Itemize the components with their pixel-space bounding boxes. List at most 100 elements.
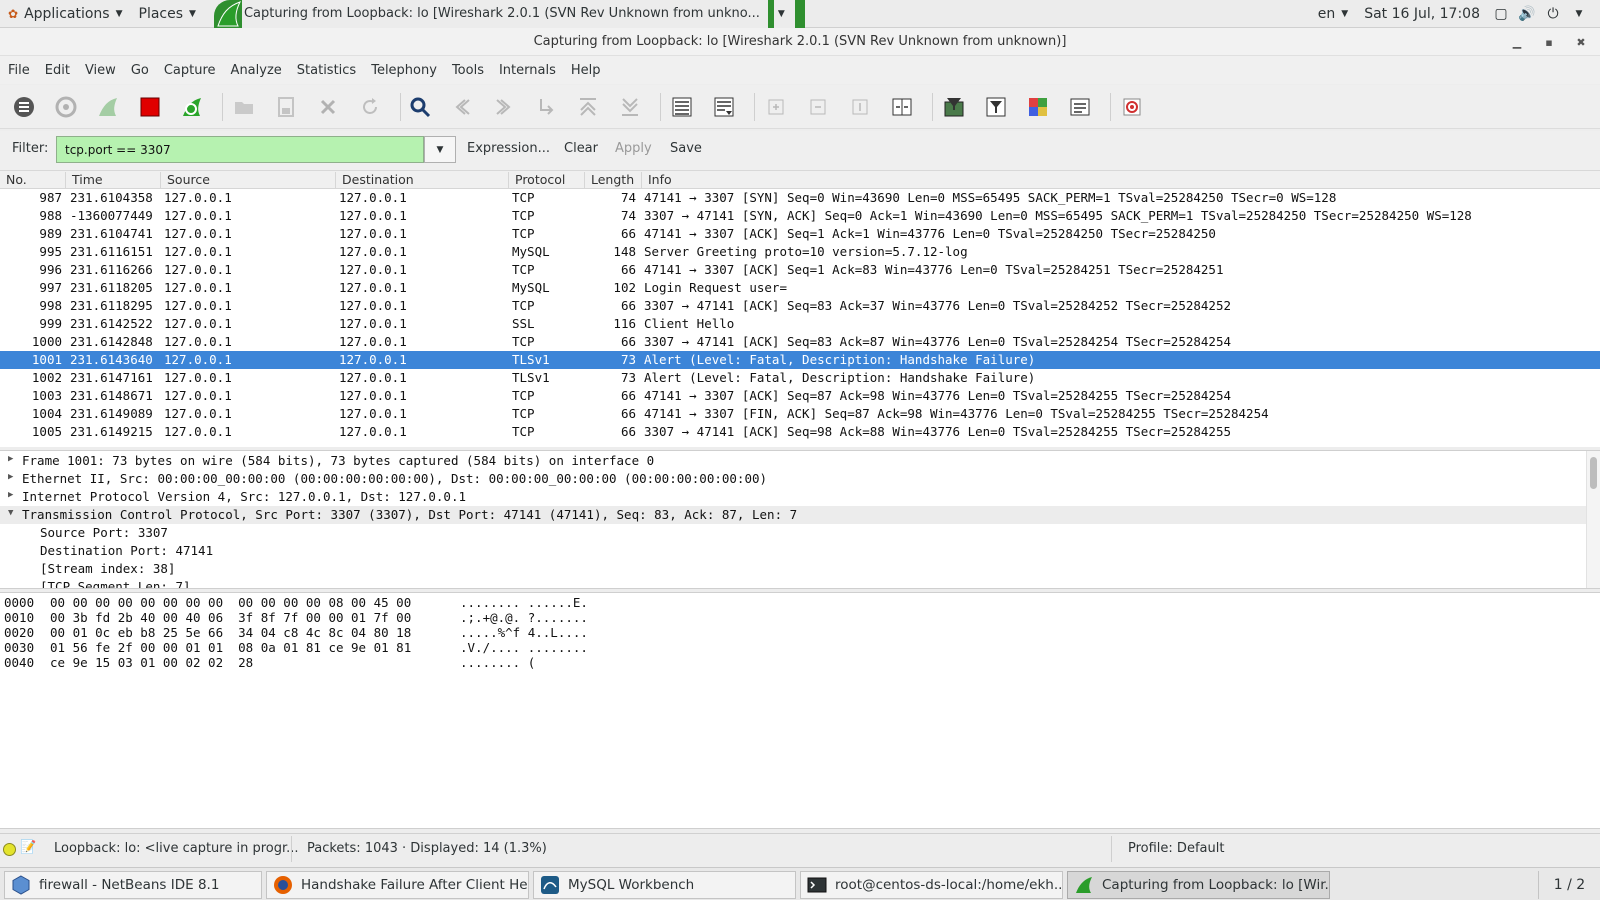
table-row[interactable]: 997 231.6118205 127.0.0.1 127.0.0.1 MySQL 102…: [0, 279, 1600, 297]
clear-button[interactable]: Clear: [564, 141, 598, 156]
restart-capture-icon[interactable]: [180, 95, 204, 119]
close-file-icon[interactable]: [316, 95, 340, 119]
table-row[interactable]: 987 231.6104358 127.0.0.1 127.0.0.1 TCP 74 471…: [0, 189, 1600, 207]
menu-edit[interactable]: Edit: [39, 63, 76, 78]
menu-help[interactable]: Help: [565, 63, 607, 78]
minimize-icon[interactable]: ▁: [1502, 28, 1532, 56]
auto-scroll-icon[interactable]: [712, 95, 736, 119]
clock[interactable]: Sat 16 Jul, 17:08: [1356, 0, 1488, 28]
tree-field[interactable]: Source Port: 3307: [0, 524, 1586, 542]
task-wireshark[interactable]: Capturing from Loopback: lo [Wir...: [1067, 871, 1330, 899]
table-row[interactable]: 996 231.6116266 127.0.0.1 127.0.0.1 TCP 66 471…: [0, 261, 1600, 279]
start-capture-icon[interactable]: [96, 95, 120, 119]
window-titlebar[interactable]: Capturing from Loopback: lo [Wireshark 2…: [0, 28, 1600, 56]
table-row[interactable]: 988 -1360077449 127.0.0.1 127.0.0.1 TCP 74 330…: [0, 207, 1600, 225]
collapsed-arrow-icon[interactable]: ▶: [8, 490, 13, 500]
status-profile[interactable]: Profile: Default: [1128, 841, 1224, 856]
apply-button[interactable]: Apply: [615, 141, 652, 156]
expert-info-led-icon[interactable]: [3, 843, 16, 856]
tree-node[interactable]: ▶ Frame 1001: 73 bytes on wire (584 bits)…: [0, 452, 1586, 470]
menu-capture[interactable]: Capture: [158, 63, 222, 78]
packet-bytes[interactable]: 0000 00 00 00 00 00 00 00 00 00 00 00 00 …: [0, 592, 1600, 829]
go-to-packet-icon[interactable]: [534, 95, 558, 119]
window-tray-icon[interactable]: ▢: [1488, 6, 1514, 22]
resize-columns-icon[interactable]: [890, 95, 914, 119]
hex-row[interactable]: 0000 00 00 00 00 00 00 00 00 00 00 00 00 …: [0, 595, 1600, 610]
menu-tools[interactable]: Tools: [446, 63, 490, 78]
reload-icon[interactable]: [358, 95, 382, 119]
display-filters-icon[interactable]: [984, 95, 1008, 119]
menu-go[interactable]: Go: [125, 63, 155, 78]
table-row[interactable]: 998 231.6118295 127.0.0.1 127.0.0.1 TCP 66 330…: [0, 297, 1600, 315]
colorize-list-icon[interactable]: [670, 95, 694, 119]
preferences-icon[interactable]: [1068, 95, 1092, 119]
interfaces-icon[interactable]: [12, 95, 36, 119]
hex-row[interactable]: 0010 00 3b fd 2b 40 00 40 06 3f 8f 7f 00 …: [0, 610, 1600, 625]
table-row[interactable]: 1004 231.6149089 127.0.0.1 127.0.0.1 TCP 66 47…: [0, 405, 1600, 423]
menu-statistics[interactable]: Statistics: [291, 63, 362, 78]
table-row[interactable]: 1003 231.6148671 127.0.0.1 127.0.0.1 TCP 66 47…: [0, 387, 1600, 405]
menu-internals[interactable]: Internals: [493, 63, 562, 78]
display-filter-input[interactable]: [56, 136, 424, 163]
filter-history-dropdown[interactable]: ▼: [424, 136, 456, 163]
zoom-in-icon[interactable]: [764, 95, 788, 119]
applications-menu[interactable]: ✿ Applications ▼: [0, 0, 131, 28]
packet-details[interactable]: ▶ Frame 1001: 73 bytes on wire (584 bits)…: [0, 450, 1600, 589]
table-row[interactable]: 989 231.6104741 127.0.0.1 127.0.0.1 TCP 66 471…: [0, 225, 1600, 243]
open-file-icon[interactable]: [232, 95, 256, 119]
language-indicator[interactable]: en ▼: [1310, 0, 1356, 28]
coloring-rules-icon[interactable]: [1026, 95, 1050, 119]
normal-size-icon[interactable]: [848, 95, 872, 119]
stop-capture-icon[interactable]: [138, 95, 162, 119]
column-header-destination[interactable]: Destination: [336, 172, 509, 189]
volume-icon[interactable]: 🔊: [1514, 6, 1540, 22]
column-header-info[interactable]: Info: [642, 172, 1600, 189]
help-icon[interactable]: [1120, 95, 1144, 119]
find-packet-icon[interactable]: [408, 95, 432, 119]
go-forward-icon[interactable]: [492, 95, 516, 119]
table-row[interactable]: 1001 231.6143640 127.0.0.1 127.0.0.1 TLSv1 73…: [0, 351, 1600, 369]
menu-view[interactable]: View: [79, 63, 122, 78]
zoom-out-icon[interactable]: [806, 95, 830, 119]
expanded-arrow-icon[interactable]: ▼: [8, 508, 13, 518]
task-mysql-workbench[interactable]: MySQL Workbench: [533, 871, 796, 899]
save-file-icon[interactable]: [274, 95, 298, 119]
expression-button[interactable]: Expression...: [467, 141, 550, 156]
table-row[interactable]: 1005 231.6149215 127.0.0.1 127.0.0.1 TCP 66 33…: [0, 423, 1600, 441]
task-firefox[interactable]: Handshake Failure After Client He...: [266, 871, 529, 899]
save-filter-button[interactable]: Save: [670, 141, 702, 156]
column-header-time[interactable]: Time: [66, 172, 161, 189]
tree-node[interactable]: ▼ Transmission Control Protocol, Src Port…: [0, 506, 1586, 524]
scrollbar-thumb[interactable]: [1590, 457, 1597, 489]
hex-row[interactable]: 0020 00 01 0c eb b8 25 5e 66 34 04 c8 4c …: [0, 625, 1600, 640]
tree-field[interactable]: Destination Port: 47141: [0, 542, 1586, 560]
task-netbeans[interactable]: firewall - NetBeans IDE 8.1: [4, 871, 262, 899]
workspace-pager[interactable]: 1 / 2: [1538, 871, 1600, 899]
go-first-packet-icon[interactable]: [576, 95, 600, 119]
hex-row[interactable]: 0040 ce 9e 15 03 01 00 02 02 28 ........ (: [0, 655, 1600, 670]
tree-field[interactable]: [Stream index: 38]: [0, 560, 1586, 578]
capture-filters-icon[interactable]: [942, 95, 966, 119]
column-header-source[interactable]: Source: [161, 172, 336, 189]
task-terminal[interactable]: root@centos-ds-local:/home/ekh...: [800, 871, 1063, 899]
details-scrollbar[interactable]: [1586, 451, 1600, 588]
table-row[interactable]: 995 231.6116151 127.0.0.1 127.0.0.1 MySQL 148…: [0, 243, 1600, 261]
column-header-protocol[interactable]: Protocol: [509, 172, 585, 189]
power-icon[interactable]: ⏻: [1540, 6, 1566, 22]
menu-analyze[interactable]: Analyze: [225, 63, 288, 78]
menu-file[interactable]: File: [2, 63, 36, 78]
column-header-no[interactable]: No.: [0, 172, 66, 189]
hex-row[interactable]: 0030 01 56 fe 2f 00 00 01 01 08 0a 01 81 …: [0, 640, 1600, 655]
table-row[interactable]: 1000 231.6142848 127.0.0.1 127.0.0.1 TCP 66 33…: [0, 333, 1600, 351]
capture-comment-icon[interactable]: 📝: [20, 840, 36, 855]
packet-list[interactable]: No. Time Source Destination Protocol Len…: [0, 171, 1600, 447]
tree-node[interactable]: ▶ Internet Protocol Version 4, Src: 127.0…: [0, 488, 1586, 506]
tree-field[interactable]: [TCP Segment Len: 7]: [0, 578, 1586, 588]
collapsed-arrow-icon[interactable]: ▶: [8, 454, 13, 464]
close-icon[interactable]: ✖: [1566, 28, 1596, 56]
go-back-icon[interactable]: [450, 95, 474, 119]
maximize-icon[interactable]: ▪: [1534, 28, 1564, 56]
collapsed-arrow-icon[interactable]: ▶: [8, 472, 13, 482]
tree-node[interactable]: ▶ Ethernet II, Src: 00:00:00_00:00:00 (00…: [0, 470, 1586, 488]
go-last-packet-icon[interactable]: [618, 95, 642, 119]
